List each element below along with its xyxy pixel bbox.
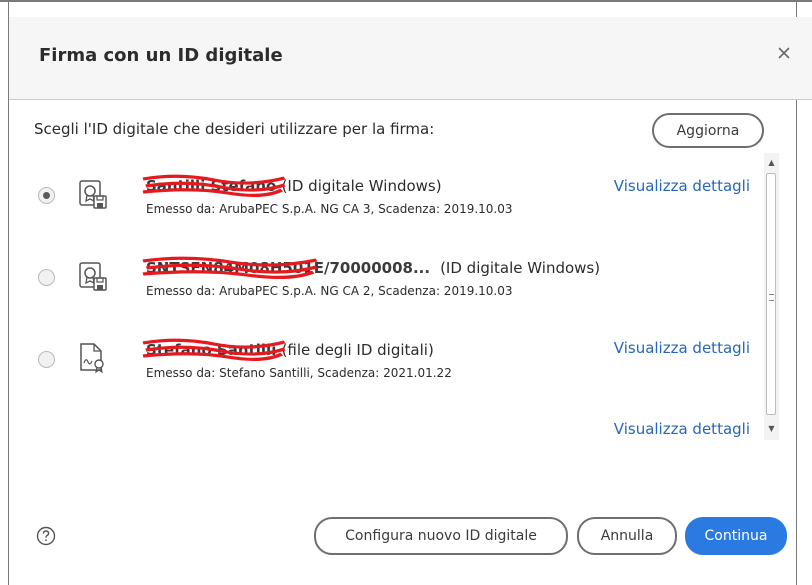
- dialog-title: Firma con un ID digitale: [39, 45, 283, 66]
- red-scribble: [142, 338, 286, 361]
- redacted-name: SNTSFN84M08H501E/70000008...: [142, 256, 435, 279]
- list-scrollbar[interactable]: ▲ ▼: [764, 153, 779, 440]
- id-type: (ID digitale Windows): [281, 177, 442, 195]
- certificate-icon: [79, 180, 107, 209]
- help-icon[interactable]: [36, 526, 56, 546]
- window-top-edge: [0, 0, 812, 2]
- id-name-line: SNTSFN84M08H501E/70000008... (ID digital…: [142, 256, 601, 279]
- view-details-link[interactable]: Visualizza dettagli: [614, 177, 750, 195]
- digital-id-row[interactable]: Stefano Santilli (file degli ID digitali…: [30, 335, 764, 405]
- id-name-line: Santilli Stefano (ID digitale Windows): [142, 174, 442, 197]
- digital-id-list: Santilli Stefano (ID digitale Windows) E…: [30, 153, 764, 440]
- close-icon: [778, 47, 790, 59]
- red-scribble: [142, 256, 318, 279]
- view-details-link[interactable]: Visualizza dettagli: [614, 339, 750, 357]
- red-scribble: [142, 174, 286, 197]
- dialog-header: Firma con un ID digitale: [9, 17, 812, 100]
- redacted-name: Santilli Stefano: [142, 174, 286, 197]
- id-radio-2[interactable]: [38, 269, 55, 286]
- id-type: (ID digitale Windows): [440, 259, 601, 277]
- continue-button[interactable]: Continua: [685, 517, 787, 555]
- certificate-icon: [79, 262, 107, 291]
- id-issuer: Emesso da: ArubaPEC S.p.A. NG CA 2, Scad…: [146, 284, 513, 298]
- id-radio-3[interactable]: [38, 351, 55, 368]
- id-type: (file degli ID digitali): [281, 341, 434, 359]
- signed-document-icon: [80, 343, 104, 374]
- close-button[interactable]: [770, 39, 798, 67]
- view-details-link[interactable]: Visualizza dettagli: [614, 420, 750, 438]
- scrollbar-thumb[interactable]: [766, 173, 776, 415]
- digital-id-row[interactable]: Santilli Stefano (ID digitale Windows) E…: [30, 171, 764, 241]
- refresh-button[interactable]: Aggiorna: [652, 113, 764, 148]
- redacted-name: Stefano Santilli: [142, 338, 286, 361]
- choose-id-prompt: Scegli l'ID digitale che desideri utiliz…: [34, 120, 435, 138]
- scroll-up-arrow[interactable]: ▲: [764, 155, 779, 170]
- radio-selected-dot: [43, 192, 50, 199]
- id-issuer: Emesso da: Stefano Santilli, Scadenza: 2…: [146, 366, 452, 380]
- configure-new-id-button[interactable]: Configura nuovo ID digitale: [314, 517, 568, 555]
- scrollbar-grip: [769, 294, 774, 301]
- id-name-line: Stefano Santilli (file degli ID digitali…: [142, 338, 434, 361]
- id-radio-1[interactable]: [38, 187, 55, 204]
- digital-id-row[interactable]: SNTSFN84M08H501E/70000008... (ID digital…: [30, 253, 764, 323]
- id-issuer: Emesso da: ArubaPEC S.p.A. NG CA 3, Scad…: [146, 202, 513, 216]
- scroll-down-arrow[interactable]: ▼: [764, 421, 779, 436]
- cancel-button[interactable]: Annulla: [577, 517, 677, 555]
